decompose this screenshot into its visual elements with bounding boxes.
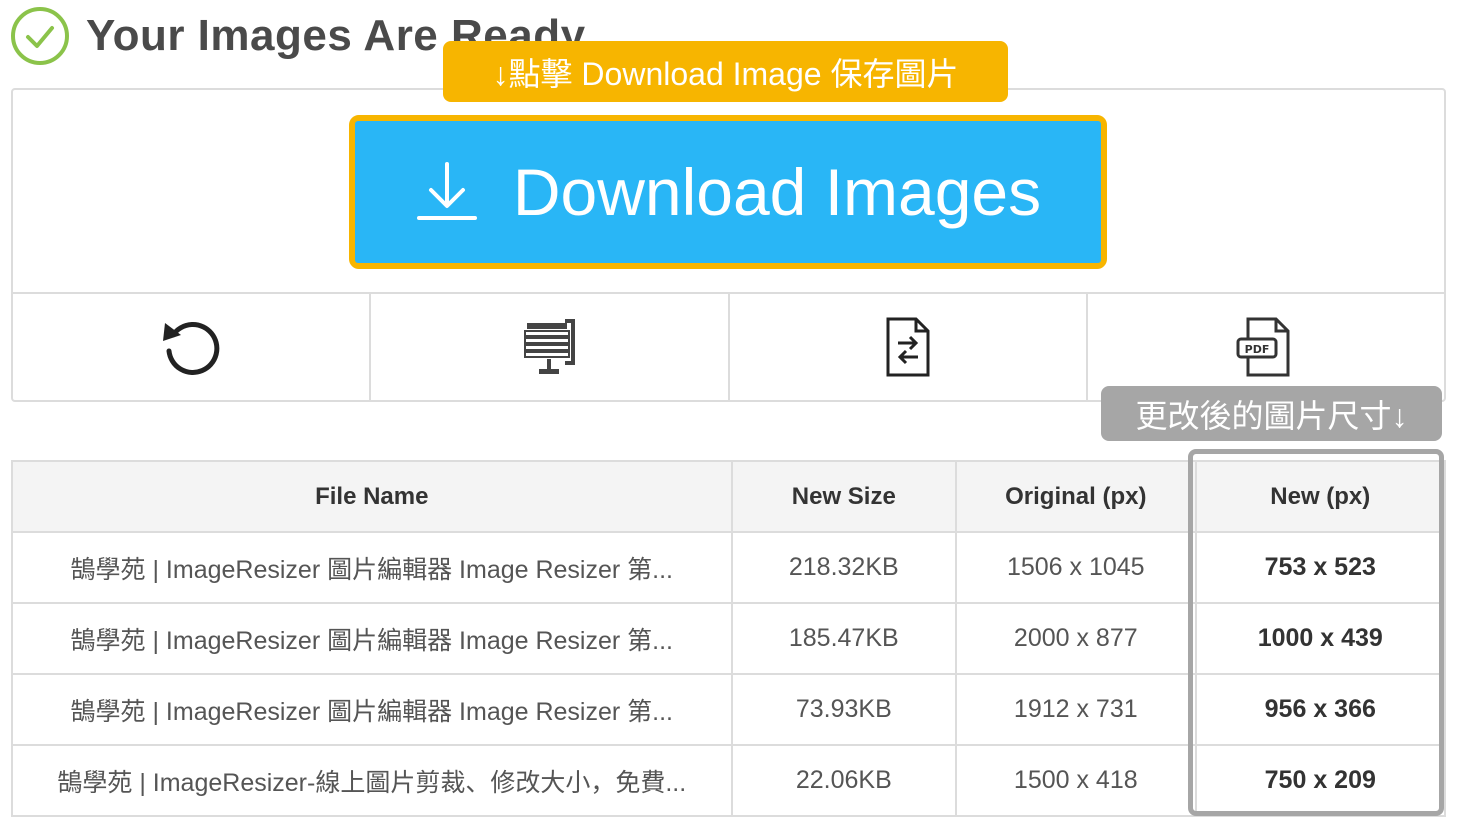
- cell-file-name: 鵠學苑 | ImageResizer 圖片編輯器 Image Resizer 第…: [11, 673, 733, 746]
- table-row: 鵠學苑 | ImageResizer 圖片編輯器 Image Resizer 第…: [11, 602, 1447, 675]
- restart-button[interactable]: [13, 294, 372, 400]
- table-row: 鵠學苑 | ImageResizer 圖片編輯器 Image Resizer 第…: [11, 673, 1447, 746]
- download-hint-callout: ↓點擊 Download Image 保存圖片: [443, 41, 1008, 102]
- cell-new-size: 185.47KB: [730, 602, 958, 675]
- cell-new-px: 956 x 366: [1194, 673, 1447, 746]
- pdf-file-icon: PDF: [1236, 317, 1290, 377]
- cell-new-px: 753 x 523: [1194, 531, 1447, 604]
- download-images-button[interactable]: Download Images: [355, 121, 1101, 263]
- cell-original-px: 1506 x 1045: [955, 531, 1197, 604]
- pdf-button[interactable]: PDF: [1088, 294, 1444, 400]
- cell-new-px: 750 x 209: [1194, 744, 1447, 817]
- table-header-row: File Name New Size Original (px) New (px…: [11, 460, 1447, 533]
- header-new-px: New (px): [1194, 460, 1447, 533]
- download-icon: [416, 162, 477, 220]
- cell-original-px: 2000 x 877: [955, 602, 1197, 675]
- cell-file-name: 鵠學苑 | ImageResizer 圖片編輯器 Image Resizer 第…: [11, 531, 733, 604]
- result-card: Download Images PDF: [11, 88, 1446, 402]
- cell-new-size: 22.06KB: [730, 744, 958, 817]
- cell-new-size: 73.93KB: [730, 673, 958, 746]
- success-check-icon: [11, 7, 69, 65]
- download-images-label: Download Images: [512, 155, 1042, 229]
- cell-new-px: 1000 x 439: [1194, 602, 1447, 675]
- page: Your Images Are Ready Download Images PD…: [0, 0, 1458, 820]
- svg-text:PDF: PDF: [1245, 343, 1270, 356]
- size-hint-callout: 更改後的圖片尺寸↓: [1101, 386, 1442, 441]
- cell-file-name: 鵠學苑 | ImageResizer-線上圖片剪裁、修改大小，免費...: [11, 744, 733, 817]
- download-highlight-frame: Download Images: [349, 115, 1107, 269]
- results-table: File Name New Size Original (px) New (px…: [11, 460, 1447, 817]
- cell-new-size: 218.32KB: [730, 531, 958, 604]
- file-convert-icon: [886, 317, 930, 377]
- cell-original-px: 1912 x 731: [955, 673, 1197, 746]
- header-new-size: New Size: [730, 460, 958, 533]
- header-original-px: Original (px): [955, 460, 1197, 533]
- table-row: 鵠學苑 | ImageResizer 圖片編輯器 Image Resizer 第…: [11, 531, 1447, 604]
- tool-row: PDF: [13, 294, 1444, 400]
- cell-original-px: 1500 x 418: [955, 744, 1197, 817]
- convert-button[interactable]: [730, 294, 1088, 400]
- header-file-name: File Name: [11, 460, 733, 533]
- download-area: Download Images: [13, 90, 1444, 294]
- compress-button[interactable]: [371, 294, 730, 400]
- cell-file-name: 鵠學苑 | ImageResizer 圖片編輯器 Image Resizer 第…: [11, 602, 733, 675]
- compress-clamp-icon: [524, 319, 576, 374]
- table-row: 鵠學苑 | ImageResizer-線上圖片剪裁、修改大小，免費... 22.…: [11, 744, 1447, 817]
- undo-icon: [163, 321, 220, 375]
